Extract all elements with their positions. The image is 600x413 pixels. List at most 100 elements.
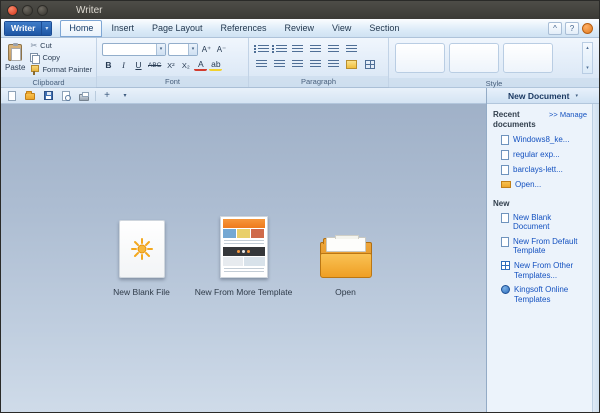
close-window-icon[interactable]	[7, 4, 18, 16]
scissors-icon: ✂	[30, 40, 38, 50]
tab-review[interactable]: Review	[276, 20, 324, 37]
launcher-item-label: Open	[335, 286, 356, 297]
new-file-button[interactable]	[5, 89, 19, 102]
brush-icon	[30, 64, 40, 75]
style-preview-item[interactable]	[449, 43, 499, 73]
tab-page-layout[interactable]: Page Layout	[143, 20, 212, 37]
line-spacing-button[interactable]	[326, 59, 341, 71]
tab-home[interactable]: Home	[60, 19, 103, 37]
increase-indent-button[interactable]	[308, 44, 323, 56]
chevron-down-icon[interactable]: ▾	[41, 21, 52, 35]
clipboard-group-label: Clipboard	[1, 77, 96, 88]
kingsoft-online-templates-item[interactable]: Kingsoft Online Templates	[501, 285, 589, 304]
recent-doc-item[interactable]: regular exp...	[501, 150, 589, 160]
grow-font-button[interactable]: A⁺	[200, 43, 213, 56]
scroll-down-icon[interactable]: ▾	[586, 65, 589, 71]
recent-doc-item[interactable]: Windows8_ke...	[501, 135, 589, 145]
shrink-font-button[interactable]: A⁻	[215, 43, 228, 56]
style-gallery-scrollbar[interactable]: ▴ ▾	[582, 42, 593, 74]
recent-doc-item[interactable]: barclays-lett...	[501, 165, 589, 175]
justify-icon	[310, 60, 321, 69]
font-size-select[interactable]: ▾	[168, 42, 198, 56]
tab-section[interactable]: Section	[360, 20, 408, 37]
print-preview-button[interactable]	[59, 89, 73, 102]
add-quick-command-button[interactable]: +	[100, 89, 114, 102]
chevron-down-icon[interactable]: ▾	[188, 43, 197, 55]
scroll-up-icon[interactable]: ▴	[586, 45, 589, 51]
print-preview-icon	[62, 90, 71, 101]
chevron-down-icon[interactable]: ▾	[575, 93, 578, 99]
collapse-ribbon-icon[interactable]: ^	[548, 21, 562, 35]
numbering-icon	[272, 45, 287, 54]
shading-button[interactable]	[344, 59, 359, 71]
document-icon	[501, 212, 509, 223]
new-section-title: New	[493, 198, 510, 208]
paste-button[interactable]: Paste	[5, 40, 25, 75]
new-from-template-item[interactable]: New From More Template	[195, 212, 292, 297]
tab-references[interactable]: References	[212, 20, 276, 37]
save-button[interactable]	[41, 89, 55, 102]
copy-button[interactable]: Copy	[28, 52, 94, 64]
blank-file-icon	[118, 219, 165, 278]
new-item-label: New Blank Document	[513, 212, 552, 232]
document-icon	[501, 165, 509, 175]
tab-view[interactable]: View	[323, 20, 360, 37]
bullets-icon	[254, 45, 269, 54]
style-preview-item[interactable]	[503, 43, 553, 73]
new-item-label: New From Other Templates...	[514, 260, 574, 280]
paragraph-group-label: Paragraph	[249, 76, 388, 87]
format-painter-button[interactable]: Format Painter	[28, 64, 94, 75]
printer-icon	[79, 91, 89, 101]
open-more-item[interactable]: Open...	[501, 180, 589, 190]
new-from-default-template-item[interactable]: New From Default Template	[501, 236, 589, 256]
superscript-button[interactable]: X²	[164, 59, 177, 72]
justify-button[interactable]	[308, 59, 323, 71]
style-preview-item[interactable]	[395, 43, 445, 73]
folder-icon	[501, 181, 511, 189]
new-blank-document-item[interactable]: New Blank Document	[501, 212, 589, 232]
chevron-down-icon[interactable]: ▾	[156, 43, 165, 55]
bold-button[interactable]: B	[102, 59, 115, 72]
manage-recent-link[interactable]: >> Manage	[549, 110, 589, 119]
show-marks-button[interactable]	[344, 44, 359, 56]
bullets-button[interactable]	[254, 44, 269, 56]
align-center-icon	[274, 60, 285, 69]
task-pane-header[interactable]: New Document ▾	[487, 88, 599, 104]
customize-toolbar-button[interactable]: ▾	[118, 89, 132, 102]
maximize-window-icon[interactable]	[37, 4, 48, 16]
new-from-other-templates-item[interactable]: New From Other Templates...	[501, 260, 589, 280]
numbering-button[interactable]	[272, 44, 287, 56]
task-pane-scrollbar[interactable]	[592, 104, 599, 412]
borders-button[interactable]	[362, 59, 377, 71]
align-left-button[interactable]	[254, 59, 269, 71]
align-right-button[interactable]	[290, 59, 305, 71]
writer-app-button[interactable]: Writer ▾	[4, 20, 53, 36]
writer-app-button-label: Writer	[5, 21, 42, 35]
new-file-icon	[8, 90, 16, 101]
minimize-window-icon[interactable]	[22, 4, 33, 16]
tab-insert[interactable]: Insert	[102, 20, 143, 37]
new-blank-file-item[interactable]: New Blank File	[96, 212, 188, 297]
new-item-label: New From Default Template	[513, 236, 578, 256]
copy-icon	[30, 52, 41, 64]
italic-button[interactable]: I	[117, 59, 130, 72]
highlight-color-button[interactable]: ab	[209, 59, 223, 71]
subscript-button[interactable]: X₂	[179, 59, 192, 72]
open-more-label: Open...	[515, 180, 542, 189]
decrease-indent-button[interactable]	[290, 44, 305, 56]
open-file-item[interactable]: Open	[300, 212, 392, 297]
account-icon[interactable]	[582, 22, 593, 34]
recent-documents-title: Recent documents	[493, 110, 536, 129]
cut-button[interactable]: ✂ Cut	[28, 40, 94, 51]
recent-doc-label: regular exp...	[513, 150, 560, 160]
help-icon[interactable]: ?	[565, 21, 579, 35]
print-button[interactable]	[77, 89, 91, 102]
strikethrough-button[interactable]: ABC	[147, 59, 162, 72]
align-center-button[interactable]	[272, 59, 287, 71]
font-color-button[interactable]: A	[194, 59, 208, 71]
underline-button[interactable]: U	[132, 59, 145, 72]
font-name-select[interactable]: ▾	[102, 42, 166, 56]
align-right-icon	[292, 60, 303, 69]
open-file-button[interactable]	[23, 89, 37, 102]
sort-button[interactable]	[326, 44, 341, 56]
